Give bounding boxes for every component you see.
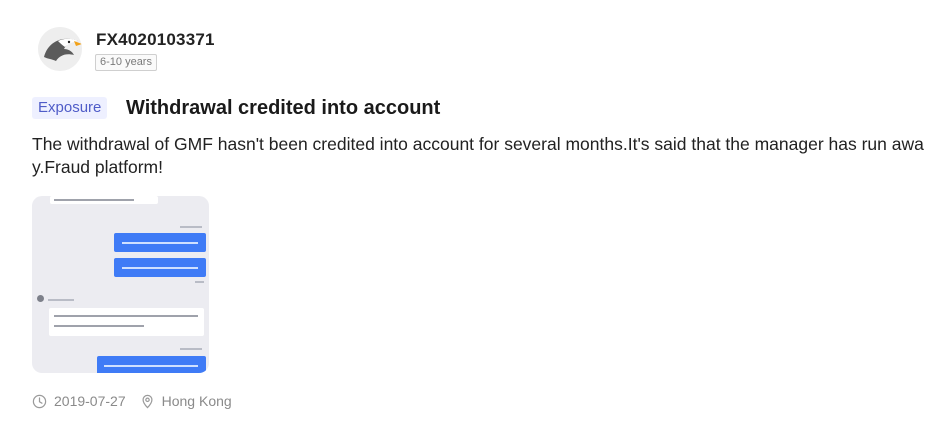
experience-badge: 6-10 years [95, 54, 157, 71]
location-pin-icon [142, 394, 153, 408]
chat-bubble-received [49, 308, 204, 336]
post-title[interactable]: Withdrawal credited into account [126, 96, 440, 120]
post-location: Hong Kong [161, 393, 232, 409]
chat-text-line [104, 365, 198, 367]
post-content: The withdrawal of GMF hasn't been credit… [32, 134, 924, 177]
screenshot-thumbnail[interactable] [32, 196, 209, 373]
chat-text-line [122, 242, 198, 244]
post-date: 2019-07-27 [54, 393, 126, 409]
clock-icon [32, 394, 47, 408]
chat-timestamp [48, 299, 74, 301]
chat-text-line [54, 199, 134, 201]
post-card: FX4020103371 6-10 years Exposure Withdra… [0, 0, 932, 424]
post-meta: 2019-07-27 Hong Kong [32, 392, 232, 410]
chat-text-line [122, 267, 198, 269]
chat-text-line [54, 325, 144, 327]
eagle-logo-icon [38, 27, 82, 71]
sender-avatar-icon [37, 295, 44, 302]
chat-timestamp [180, 226, 202, 228]
chat-timestamp [180, 348, 202, 350]
chat-read-mark [195, 281, 204, 283]
username[interactable]: FX4020103371 [96, 30, 215, 50]
user-avatar[interactable] [38, 27, 82, 71]
chat-text-line [54, 315, 198, 317]
exposure-tag: Exposure [32, 97, 108, 119]
